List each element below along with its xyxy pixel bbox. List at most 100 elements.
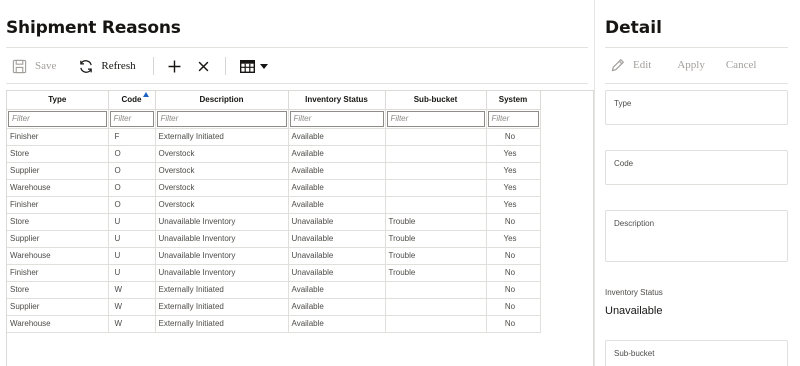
page-title: Shipment Reasons bbox=[6, 18, 181, 38]
system-cell: No bbox=[486, 264, 541, 282]
sub-bucket-cell bbox=[385, 315, 487, 333]
sub-bucket-field[interactable]: Sub-bucket bbox=[605, 340, 788, 366]
type-cell: Warehouse bbox=[7, 315, 109, 333]
refresh-button[interactable]: Refresh bbox=[78, 55, 136, 77]
type-filter-input[interactable]: Filter bbox=[8, 110, 107, 127]
description-cell: Externally Initiated bbox=[155, 128, 289, 146]
toolbar-separator bbox=[224, 57, 226, 75]
inventory-status-cell: Available bbox=[288, 162, 386, 180]
type-cell: Finisher bbox=[7, 196, 109, 214]
table-row[interactable]: Warehouse U Unavailable Inventory Unavailab… bbox=[7, 247, 541, 265]
description-field[interactable]: Description bbox=[605, 210, 788, 262]
type-cell: Finisher bbox=[7, 128, 109, 146]
description-filter-input[interactable]: Filter bbox=[156, 110, 287, 127]
column-header-inventory-status[interactable]: Inventory Status bbox=[288, 91, 386, 110]
system-cell: No bbox=[486, 281, 541, 299]
cancel-button[interactable]: Cancel bbox=[726, 59, 757, 71]
divider bbox=[6, 47, 588, 48]
code-cell: O bbox=[108, 196, 156, 214]
type-field[interactable]: Type bbox=[605, 90, 788, 125]
inventory-status-cell: Available bbox=[288, 196, 386, 214]
plus-icon bbox=[168, 60, 181, 73]
save-icon bbox=[12, 59, 27, 74]
table-row[interactable]: Finisher U Unavailable Inventory Unavailabl… bbox=[7, 264, 541, 282]
table-row[interactable]: Supplier O Overstock Available Yes bbox=[7, 162, 541, 180]
pencil-icon bbox=[611, 58, 625, 72]
column-header-sub-bucket[interactable]: Sub-bucket bbox=[385, 91, 487, 110]
view-menu-button[interactable] bbox=[239, 55, 268, 77]
inventory-status-cell: Available bbox=[288, 281, 386, 299]
chevron-down-icon bbox=[259, 63, 268, 69]
detail-toolbar: Edit Apply Cancel bbox=[611, 58, 756, 72]
column-header-type[interactable]: Type bbox=[7, 91, 109, 110]
type-cell: Store bbox=[7, 213, 109, 231]
code-cell: F bbox=[108, 128, 156, 146]
list-panel: Shipment Reasons Save Refresh Type Code … bbox=[0, 0, 594, 366]
sub-bucket-cell bbox=[385, 128, 487, 146]
system-cell: Yes bbox=[486, 162, 541, 180]
refresh-icon bbox=[78, 59, 94, 74]
type-cell: Supplier bbox=[7, 162, 109, 180]
delete-button[interactable] bbox=[198, 55, 209, 77]
code-cell: W bbox=[108, 298, 156, 316]
table-row[interactable]: Finisher F Externally Initiated Available No bbox=[7, 128, 541, 146]
edit-button[interactable]: Edit bbox=[611, 58, 651, 72]
system-filter-input[interactable]: Filter bbox=[487, 110, 539, 127]
table-row[interactable]: Store U Unavailable Inventory Unavailable Tr… bbox=[7, 213, 541, 231]
table-row[interactable]: Store W Externally Initiated Available No bbox=[7, 281, 541, 299]
refresh-label: Refresh bbox=[101, 60, 136, 72]
table-row[interactable]: Store O Overstock Available Yes bbox=[7, 145, 541, 163]
code-field[interactable]: Code bbox=[605, 150, 788, 185]
apply-button[interactable]: Apply bbox=[677, 59, 705, 71]
description-cell: Overstock bbox=[155, 162, 289, 180]
description-cell: Overstock bbox=[155, 179, 289, 197]
description-cell: Unavailable Inventory bbox=[155, 247, 289, 265]
inventory-status-cell: Available bbox=[288, 179, 386, 197]
table-row[interactable]: Finisher O Overstock Available Yes bbox=[7, 196, 541, 214]
code-cell: U bbox=[108, 264, 156, 282]
system-cell: Yes bbox=[486, 230, 541, 248]
type-cell: Store bbox=[7, 281, 109, 299]
save-button[interactable]: Save bbox=[12, 55, 56, 77]
system-cell: No bbox=[486, 315, 541, 333]
code-filter-input[interactable]: Filter bbox=[109, 110, 154, 127]
inventory-status-cell: Unavailable bbox=[288, 230, 386, 248]
code-cell: U bbox=[108, 247, 156, 265]
detail-panel: Detail Edit Apply Cancel Type Code Descr… bbox=[594, 0, 800, 366]
sort-ascending-icon bbox=[142, 92, 149, 97]
sub-bucket-cell bbox=[385, 162, 487, 180]
divider bbox=[605, 47, 788, 48]
sub-bucket-cell: Trouble bbox=[385, 230, 487, 248]
table-row[interactable]: Warehouse W Externally Initiated Available N… bbox=[7, 315, 541, 333]
description-cell: Unavailable Inventory bbox=[155, 230, 289, 248]
shipment-reasons-table: Type Code Description Inventory Status S… bbox=[6, 90, 594, 366]
table-row[interactable]: Supplier W Externally Initiated Available No bbox=[7, 298, 541, 316]
type-cell: Finisher bbox=[7, 264, 109, 282]
header-row: Type Code Description Inventory Status S… bbox=[7, 91, 541, 110]
inventory-status-filter-input[interactable]: Filter bbox=[289, 110, 384, 127]
system-cell: No bbox=[486, 128, 541, 146]
inventory-status-label: Inventory Status bbox=[605, 288, 663, 297]
close-icon bbox=[198, 61, 209, 72]
add-button[interactable] bbox=[168, 55, 181, 77]
code-cell: O bbox=[108, 145, 156, 163]
table-row[interactable]: Warehouse O Overstock Available Yes bbox=[7, 179, 541, 197]
table-row[interactable]: Supplier U Unavailable Inventory Unavailabl… bbox=[7, 230, 541, 248]
sub-bucket-cell: Trouble bbox=[385, 213, 487, 231]
inventory-status-cell: Available bbox=[288, 315, 386, 333]
sub-bucket-cell bbox=[385, 145, 487, 163]
column-header-description[interactable]: Description bbox=[155, 91, 289, 110]
code-cell: U bbox=[108, 213, 156, 231]
description-cell: Externally Initiated bbox=[155, 315, 289, 333]
type-cell: Warehouse bbox=[7, 179, 109, 197]
system-cell: No bbox=[486, 213, 541, 231]
system-cell: Yes bbox=[486, 196, 541, 214]
sub-bucket-filter-input[interactable]: Filter bbox=[386, 110, 485, 127]
type-cell: Store bbox=[7, 145, 109, 163]
inventory-status-cell: Available bbox=[288, 128, 386, 146]
column-header-code[interactable]: Code bbox=[108, 91, 156, 110]
save-label: Save bbox=[35, 60, 57, 72]
column-header-system[interactable]: System bbox=[486, 91, 541, 110]
inventory-status-cell: Available bbox=[288, 298, 386, 316]
code-cell: W bbox=[108, 281, 156, 299]
